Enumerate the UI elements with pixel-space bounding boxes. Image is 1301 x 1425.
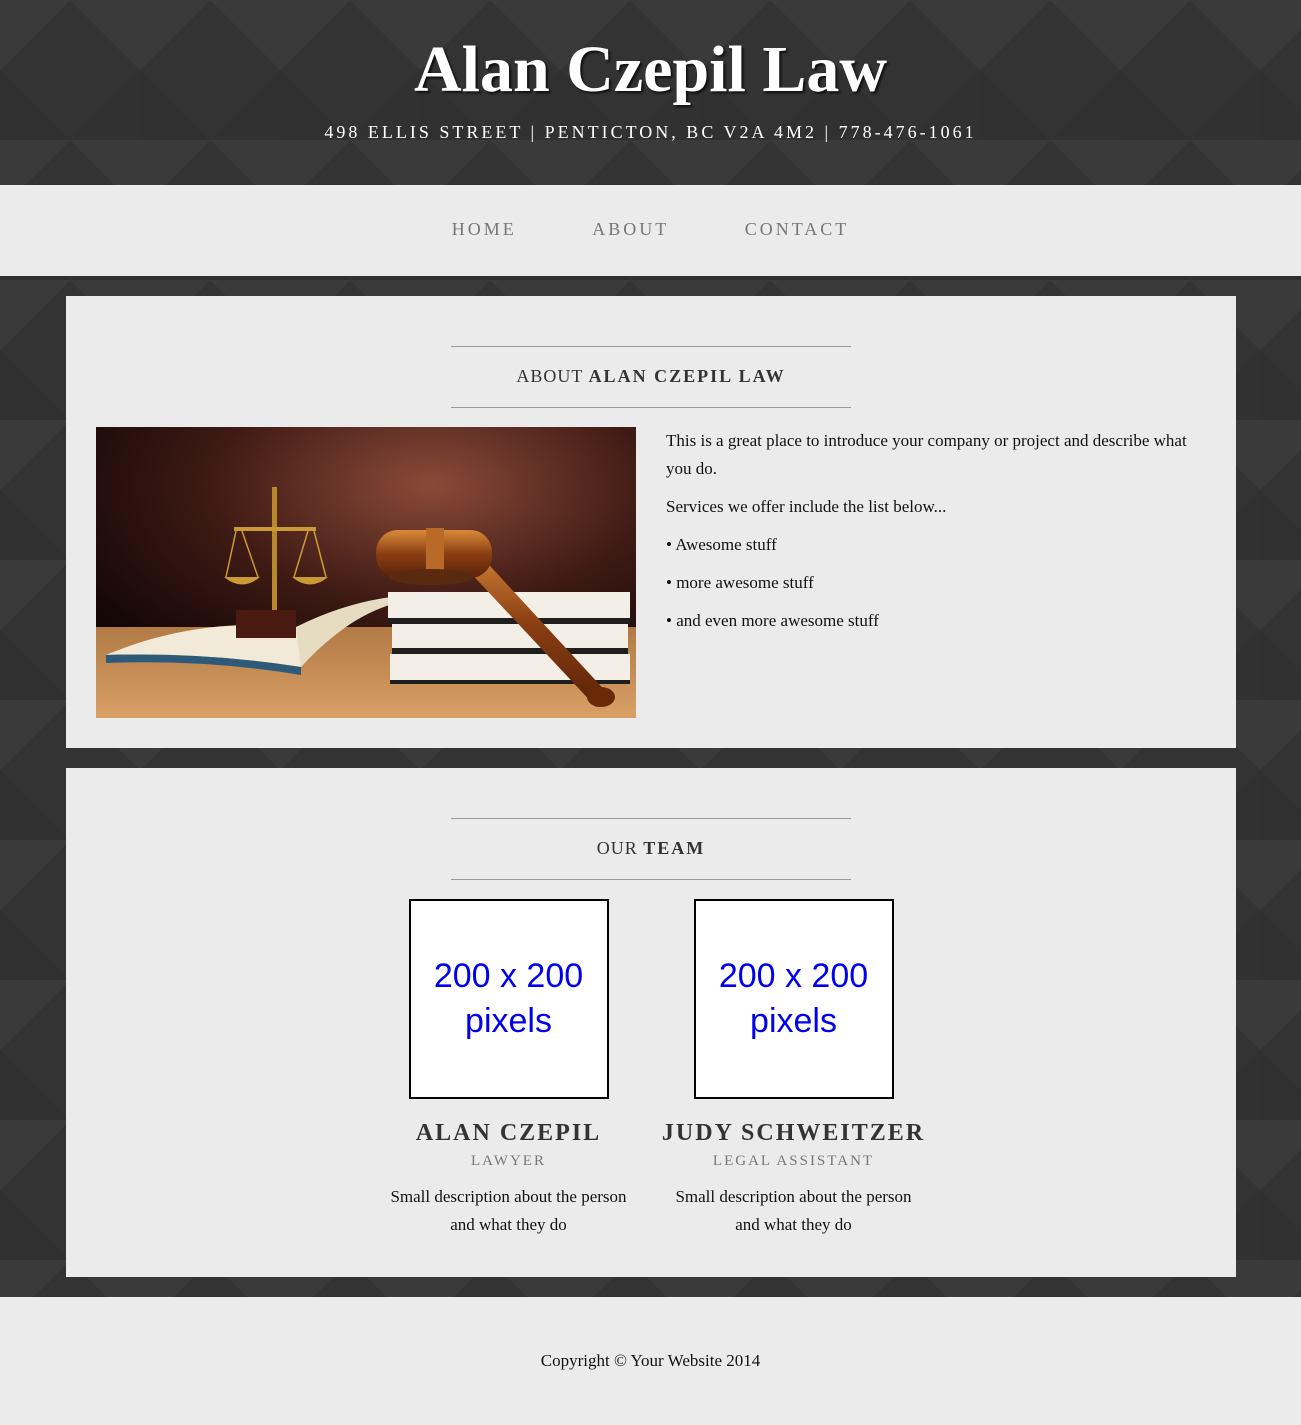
- placeholder-text: 200 x 200 pixels: [433, 957, 584, 1040]
- service-item: • Awesome stuff: [666, 535, 777, 554]
- member-role: Legal Assistant: [712, 1153, 875, 1169]
- team-section: Our Team 200 x 200 pixels Alan Czepil La…: [66, 768, 1236, 1277]
- scales-and-gavel-image: [96, 427, 636, 718]
- team-member-card: 200 x 200 pixels Judy Schweitzer Legal A…: [651, 899, 936, 1239]
- member-name: Alan Czepil: [415, 1120, 602, 1146]
- team-heading-prefix: Our: [596, 838, 638, 858]
- about-heading-strong: Alan Czepil Law: [588, 366, 786, 386]
- address-bar: 498 Ellis Street | Penticton, BC V2A 4M2…: [324, 122, 977, 142]
- nav-link-home[interactable]: Home: [452, 219, 517, 240]
- nav-list: Home About Contact: [0, 219, 1301, 240]
- about-services-intro: Services we offer include the list below…: [666, 497, 947, 516]
- about-intro: This is a great place to introduce your …: [666, 431, 1187, 478]
- page: { "header": { "brand": "Alan Czepil Law"…: [0, 0, 1301, 1425]
- nav-link-about[interactable]: About: [592, 219, 669, 240]
- member-description: Small description about the person and w…: [390, 1187, 627, 1234]
- copyright-text: Copyright © Your Website 2014: [540, 1351, 761, 1370]
- member-role: Lawyer: [471, 1153, 546, 1169]
- site-footer: Copyright © Your Website 2014: [0, 1297, 1301, 1425]
- team-heading: Our Team: [451, 818, 851, 880]
- about-text: This is a great place to introduce your …: [666, 427, 1211, 645]
- team-member-card: 200 x 200 pixels Alan Czepil Lawyer Smal…: [366, 899, 651, 1239]
- service-item: • and even more awesome stuff: [666, 611, 879, 630]
- member-description: Small description about the person and w…: [675, 1187, 912, 1234]
- site-header: Alan Czepil Law 498 Ellis Street | Penti…: [0, 0, 1301, 185]
- service-item: • more awesome stuff: [666, 573, 814, 592]
- about-heading-prefix: About: [516, 366, 584, 386]
- team-heading-strong: Team: [643, 838, 706, 858]
- main-navbar: Home About Contact: [0, 185, 1301, 276]
- about-heading: About Alan Czepil Law: [451, 346, 851, 408]
- site-brand: Alan Czepil Law: [413, 33, 888, 106]
- placeholder-text: 200 x 200 pixels: [718, 957, 869, 1040]
- member-photo-placeholder: 200 x 200 pixels: [408, 899, 609, 1099]
- member-photo-placeholder: 200 x 200 pixels: [693, 899, 894, 1099]
- member-name: Judy Schweitzer: [661, 1120, 926, 1146]
- about-section: About Alan Czepil Law: [66, 296, 1236, 748]
- nav-link-contact[interactable]: Contact: [745, 219, 850, 240]
